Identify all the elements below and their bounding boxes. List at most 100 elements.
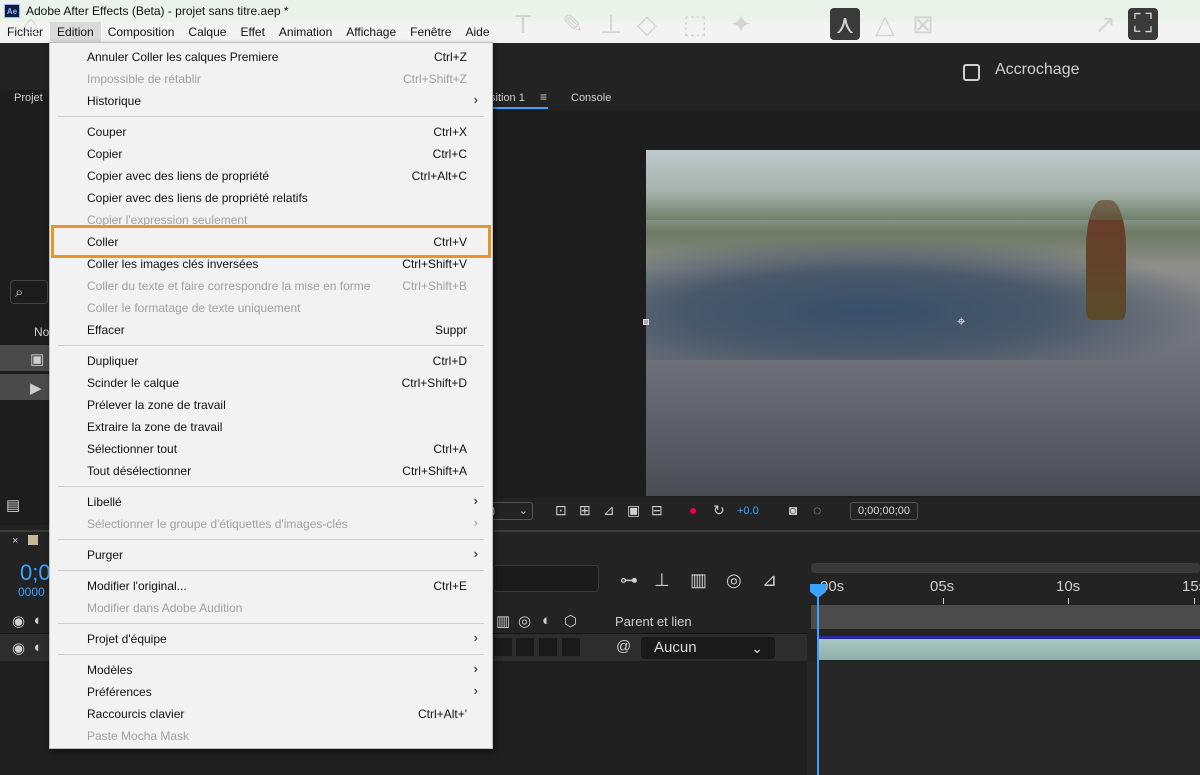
menu-item-select-all[interactable]: Sélectionner tout Ctrl+A (50, 438, 492, 460)
menu-item-copy-relative-links[interactable]: Copier avec des liens de propriété relat… (50, 187, 492, 209)
parent-dropdown[interactable]: Aucun ⌄ (641, 637, 775, 659)
mask-visibility-icon[interactable]: ⊿ (603, 502, 615, 519)
draft-3d-icon[interactable]: ⊥ (654, 570, 670, 591)
name-column-header: No (34, 325, 50, 339)
menu-item-edit-original[interactable]: Modifier l'original... Ctrl+E (50, 575, 492, 597)
audio-icon: ◖ (32, 612, 42, 629)
snap-options-icon[interactable]: ↗ (1090, 8, 1120, 40)
show-snapshot-icon[interactable]: ◌ (813, 502, 821, 518)
menu-item-label: Impossible de rétablir (87, 72, 202, 86)
submenu-arrow-icon: › (473, 515, 478, 530)
menu-item-shortcut: Ctrl+Shift+D (401, 376, 467, 390)
frame-blending-icon[interactable]: ▥ (690, 570, 707, 591)
menu-aide[interactable]: Aide (458, 22, 496, 43)
project-tab[interactable]: Projet (14, 92, 43, 104)
guides-icon[interactable]: ⊟ (651, 502, 663, 519)
reset-exposure-icon[interactable]: ↻ (713, 502, 725, 519)
menu-fenetre[interactable]: Fenêtre (403, 22, 458, 43)
menu-item-label-color[interactable]: Libellé › (50, 491, 492, 513)
menu-item-label: Dupliquer (87, 354, 139, 368)
menu-item-copy-with-property-links[interactable]: Copier avec des liens de propriété Ctrl+… (50, 165, 492, 187)
tab-composition[interactable]: sition 1 (490, 92, 525, 104)
roto-brush-icon[interactable]: ⬚ (680, 8, 710, 40)
menu-item-purge[interactable]: Purger › (50, 544, 492, 566)
menu-item-extract-work-area[interactable]: Extraire la zone de travail (50, 416, 492, 438)
submenu-arrow-icon: › (473, 92, 478, 107)
menu-item-history[interactable]: Historique › (50, 90, 492, 112)
home-icon[interactable]: ⌂ (16, 8, 46, 40)
timeline-timecode[interactable]: 0;0 (20, 560, 51, 586)
layer-switch-box[interactable] (562, 638, 580, 656)
parent-dropdown-value: Aucun (654, 639, 697, 656)
snapping-checkbox[interactable] (963, 64, 980, 81)
brush-tool-icon[interactable]: ✎ (558, 8, 588, 40)
menu-animation[interactable]: Animation (272, 22, 339, 43)
3d-axis-view-icon[interactable]: ⊠ (908, 8, 938, 40)
exposure-value[interactable]: +0.0 (737, 505, 759, 517)
menu-item-keyboard-shortcuts[interactable]: Raccourcis clavier Ctrl+Alt+' (50, 703, 492, 725)
eraser-tool-icon[interactable]: ◇ (632, 8, 662, 40)
menu-item-lift-work-area[interactable]: Prélever la zone de travail (50, 394, 492, 416)
time-navigator[interactable] (811, 563, 1200, 573)
region-of-interest-icon[interactable]: ▣ (627, 502, 640, 519)
layer-switch-box[interactable] (494, 638, 512, 656)
tab-console[interactable]: Console (571, 92, 611, 104)
menu-item-label: Annuler Coller les calques Premiere (87, 50, 279, 64)
menu-item-clear[interactable]: Effacer Suppr (50, 319, 492, 341)
text-tool-icon[interactable]: T (508, 8, 538, 40)
project-search-field[interactable]: ⌕ (10, 280, 48, 304)
pick-whip-icon[interactable]: @ (616, 638, 631, 655)
menu-item-undo[interactable]: Annuler Coller les calques Premiere Ctrl… (50, 46, 492, 68)
menu-item-copy[interactable]: Copier Ctrl+C (50, 143, 492, 165)
menu-effet[interactable]: Effet (233, 22, 271, 43)
close-tab-icon[interactable]: × (12, 535, 18, 547)
anchor-point-icon[interactable]: ⌖ (957, 313, 965, 330)
layer-switch-box[interactable] (539, 638, 557, 656)
work-area-bar[interactable] (811, 605, 1200, 629)
3d-axis-world-icon[interactable]: △ (870, 8, 900, 40)
ruler-tick (1068, 598, 1069, 604)
layer-switch-box[interactable] (516, 638, 534, 656)
menu-affichage[interactable]: Affichage (339, 22, 403, 43)
motion-blur-icon[interactable]: ◎ (726, 570, 742, 591)
paste-highlight-annotation (51, 225, 491, 258)
menu-item-label: Prélever la zone de travail (87, 398, 226, 412)
composition-flowchart-icon[interactable]: ⊶ (620, 570, 638, 591)
snapshot-camera-icon[interactable]: ◙ (789, 502, 797, 518)
viewer-timecode[interactable]: 0;00;00;00 (850, 502, 918, 520)
tab-menu-icon[interactable]: ≡ (540, 90, 547, 104)
menu-item-label: Préférences (87, 685, 152, 699)
menu-calque[interactable]: Calque (181, 22, 233, 43)
puppet-pin-icon[interactable]: ✦ (726, 8, 756, 40)
fullscreen-icon[interactable]: ⛶ (1128, 8, 1158, 40)
layer-visibility-icon[interactable]: ◉ (12, 639, 25, 657)
video-frame[interactable] (646, 150, 1200, 496)
menu-item-paste-text-match-format: Coller du texte et faire correspondre la… (50, 275, 492, 297)
graph-editor-icon[interactable]: ⊿ (762, 570, 777, 591)
transparency-grid-icon[interactable]: ⊞ (579, 502, 591, 519)
menu-composition[interactable]: Composition (101, 22, 182, 43)
switch-motion-blur-icon: ◎ (518, 613, 532, 630)
menu-item-team-project[interactable]: Projet d'équipe › (50, 628, 492, 650)
menu-item-split-layer[interactable]: Scinder le calque Ctrl+Shift+D (50, 372, 492, 394)
layer-duration-bar[interactable] (819, 636, 1200, 660)
3d-axis-local-icon[interactable]: ⋏ (830, 8, 860, 40)
color-channels-icon[interactable]: ● (689, 502, 697, 518)
project-item-footage[interactable] (0, 374, 50, 400)
window-title: Adobe After Effects (Beta) - projet sans… (26, 4, 289, 18)
menu-item-preferences[interactable]: Préférences › (50, 681, 492, 703)
layer-audio-icon[interactable]: ◖ (32, 639, 41, 656)
clone-stamp-icon[interactable]: ⊥ (596, 8, 626, 40)
menu-item-duplicate[interactable]: Dupliquer Ctrl+D (50, 350, 492, 372)
fast-previews-icon[interactable]: ⊡ (555, 502, 567, 519)
menu-separator (58, 570, 484, 571)
menu-item-templates[interactable]: Modèles › (50, 659, 492, 681)
menu-item-cut[interactable]: Couper Ctrl+X (50, 121, 492, 143)
interpret-footage-icon[interactable]: ▤ (6, 496, 20, 514)
menu-item-deselect-all[interactable]: Tout désélectionner Ctrl+Shift+A (50, 460, 492, 482)
menu-item-label: Projet d'équipe (87, 632, 167, 646)
menu-edition[interactable]: Edition (50, 22, 101, 43)
menu-item-shortcut: Ctrl+E (433, 579, 467, 593)
timeline-search-input[interactable] (493, 565, 599, 592)
layer-handle[interactable] (643, 319, 649, 325)
